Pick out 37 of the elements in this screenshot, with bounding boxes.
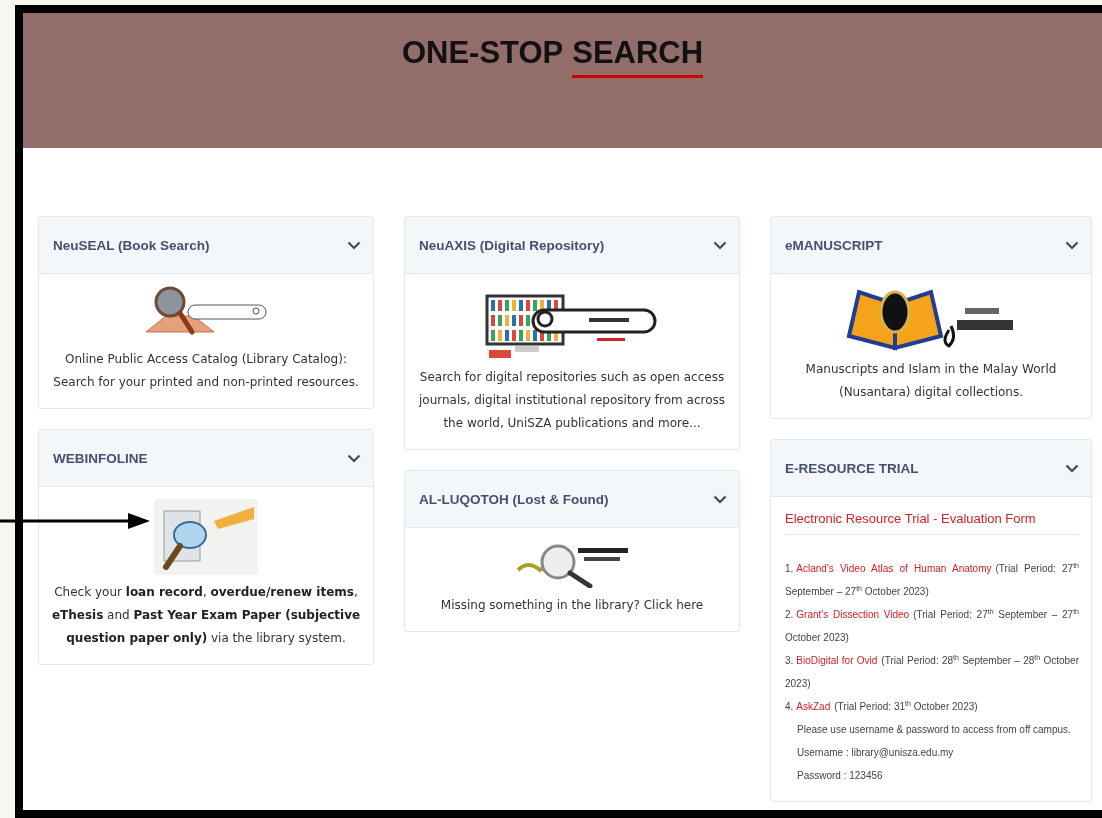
accordion-title: AL-LUQOTOH (Lost & Found) [419, 491, 609, 507]
page-title-accent: SEARCH [572, 35, 704, 78]
trial-link[interactable]: Grant's Dissection Video [796, 609, 910, 620]
accordion-header[interactable]: E-RESOURCE TRIAL [771, 440, 1091, 497]
card-description: Missing something in the library? Click here [440, 597, 704, 614]
trial-item: 1. Acland's Video Atlas of Human Anatomy (Trial Period: 27$^{th}$ September – 27$^{th}$ October 2023) [785, 560, 1079, 599]
chevron-icon[interactable] [713, 494, 727, 504]
trial-link[interactable]: BioDigital for Ovid [796, 655, 878, 666]
evaluation-form-link[interactable]: Electronic Resource Trial - Evaluation Form [785, 511, 1079, 535]
chevron-icon[interactable] [1065, 240, 1079, 250]
accordion-header[interactable]: NeuSEAL (Book Search) [39, 217, 373, 274]
trial-link[interactable]: Acland's Video Atlas of Human Anatomy [796, 563, 992, 574]
chevron-icon[interactable] [347, 240, 361, 250]
accordion-header[interactable]: WEBINFOLINE [39, 430, 373, 487]
access-note: Please use username & password to access from off campus. [797, 723, 1072, 737]
card-description: Check your loan record, overdue/renew items, eThesis and Past Year Exam Paper (subjective question paper only) via the library system. [51, 584, 361, 647]
accordion-title: WEBINFOLINE [53, 450, 148, 466]
accordion-header[interactable]: AL-LUQOTOH (Lost & Found) [405, 471, 739, 528]
page-title: ONE-STOP [401, 35, 564, 72]
accordion-title: NeuSEAL (Book Search) [53, 237, 210, 253]
access-note: Password : 123456 [797, 769, 884, 783]
accordion-header[interactable]: NeuAXIS (Digital Repository) [405, 217, 739, 274]
trial-item: 4. AskZad (Trial Period: 31$^{th}$ October 2023) [785, 698, 979, 714]
chevron-icon[interactable] [713, 240, 727, 250]
accordion-header[interactable]: eMANUSCRIPT [771, 217, 1091, 274]
chevron-icon[interactable] [1065, 463, 1079, 473]
access-note: Username : library@unisza.edu.my [797, 746, 955, 760]
trial-item: 2. Grant's Dissection Video (Trial Period: 27$^{th}$ September – 27$^{th}$ October 2023) [785, 606, 1079, 645]
card-description: Online Public Access Catalog (Library Catalog): Search for your printed and non-printed resources. [52, 351, 360, 391]
accordion-title: E-RESOURCE TRIAL [785, 460, 919, 476]
accordion-title: NeuAXIS (Digital Repository) [419, 237, 605, 253]
trial-item: 3. BioDigital for Ovid (Trial Period: 28$^{th}$ September – 28$^{th}$ October 2023) [785, 652, 1079, 691]
card-description: Manuscripts and Islam in the Malay World (Nusantara) digital collections. [804, 361, 1058, 401]
trial-link[interactable]: AskZad [796, 701, 831, 712]
accordion-title: eMANUSCRIPT [785, 237, 883, 253]
chevron-icon[interactable] [347, 453, 361, 463]
card-description: Search for digital repositories such as open access journals, digital institutional repository from across the world, UniSZA publications and more... [417, 369, 726, 432]
